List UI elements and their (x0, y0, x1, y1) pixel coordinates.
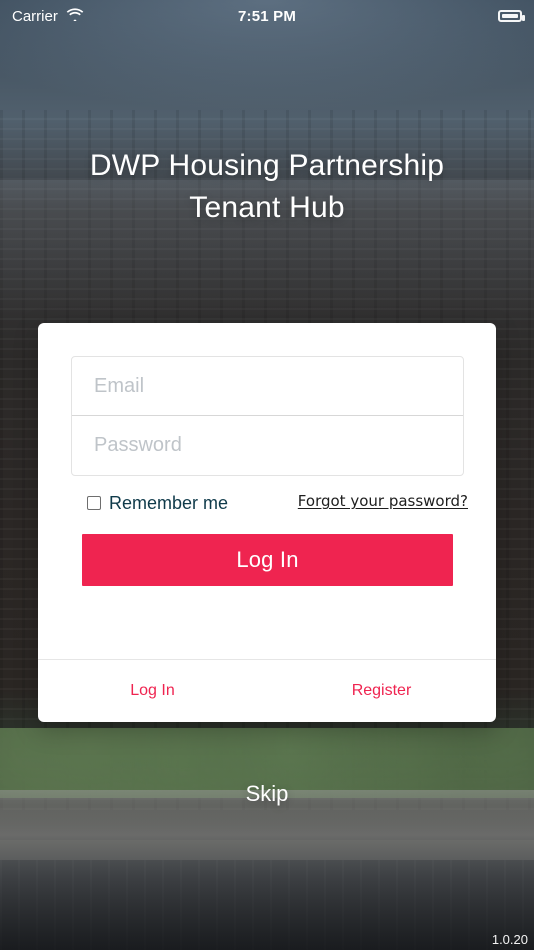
app-version: 1.0.20 (491, 932, 528, 947)
tab-login[interactable]: Log In (38, 660, 267, 722)
status-time: 7:51 PM (237, 7, 297, 25)
app-screen: Carrier 7:51 PM DWP Housing Partnership … (0, 0, 534, 950)
credentials-fields (71, 356, 464, 476)
tab-register[interactable]: Register (267, 660, 496, 722)
battery-fill (502, 14, 518, 18)
email-field-container (72, 357, 463, 416)
app-title-line-1: DWP Housing Partnership (89, 149, 445, 182)
login-card: Remember me Forgot your password? Log In… (38, 323, 496, 722)
battery-icon (498, 10, 525, 22)
password-field-container (72, 416, 463, 475)
forgot-password-link[interactable]: Forgot your password? (298, 492, 468, 510)
password-input[interactable] (92, 433, 443, 458)
remember-me-checkbox[interactable] (87, 496, 101, 510)
auth-tabs: Log In Register (38, 660, 496, 722)
login-button[interactable]: Log In (82, 534, 453, 586)
background-road (0, 860, 534, 950)
remember-me-label: Remember me (109, 492, 229, 513)
status-bar: Carrier 7:51 PM (0, 0, 534, 32)
app-title: DWP Housing Partnership Tenant Hub (0, 145, 534, 229)
skip-button[interactable]: Skip (0, 781, 534, 807)
app-title-line-2: Tenant Hub (189, 191, 345, 224)
email-input[interactable] (92, 373, 443, 399)
